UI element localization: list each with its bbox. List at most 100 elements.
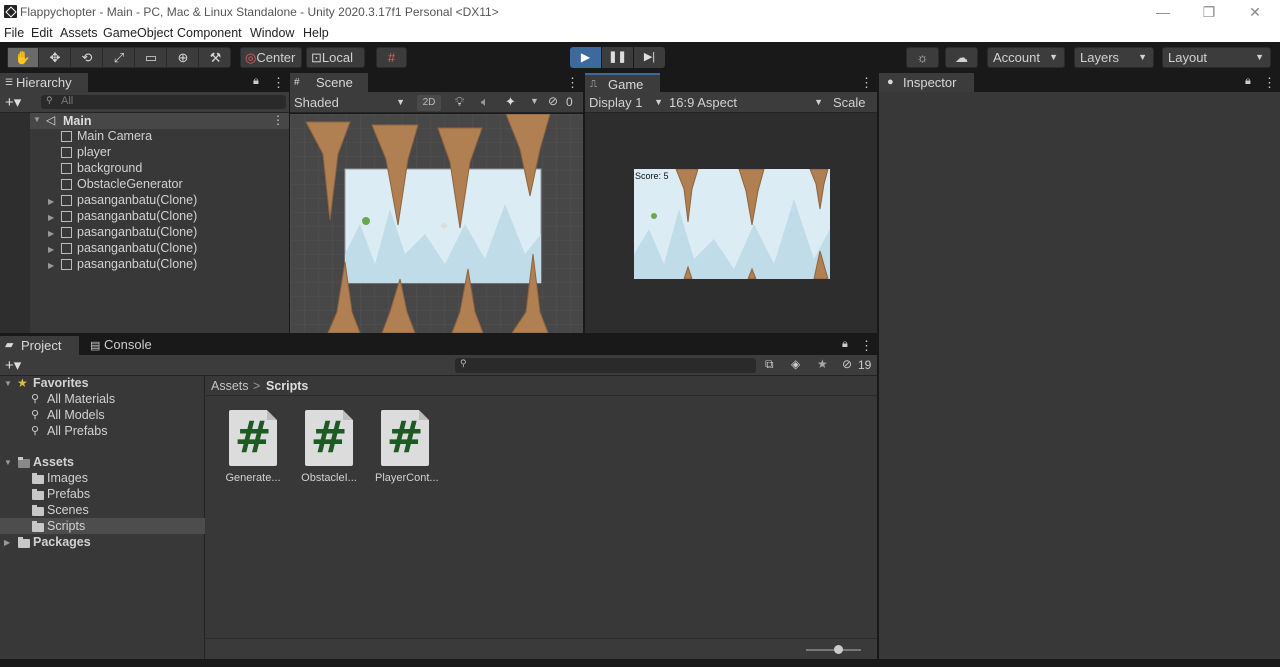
folder-item[interactable]: Images (47, 471, 88, 485)
menu-gameobject[interactable]: GameObject (103, 26, 173, 40)
display-dropdown[interactable]: Display 1 ▼ (589, 94, 663, 111)
menu-file[interactable]: File (4, 26, 24, 40)
scene-row[interactable]: ▼ ◁ Main ⋮ (0, 113, 289, 129)
tab-inspector[interactable]: ● Inspector (879, 73, 974, 92)
menu-component[interactable]: Component (177, 26, 242, 40)
close-button[interactable]: ✕ (1232, 2, 1278, 22)
list-item[interactable]: ObstacleGenerator (77, 177, 183, 191)
script-asset[interactable]: # ObstacleI... (299, 410, 359, 484)
list-item[interactable]: pasanganbatu(Clone) (77, 257, 197, 271)
audio-icon[interactable]: 🔈︎ (481, 94, 489, 110)
custom-tool-icon[interactable]: ⚒ (200, 48, 231, 67)
script-asset[interactable]: # PlayerCont... (375, 410, 439, 484)
tab-hierarchy[interactable]: ☰ Hierarchy (0, 73, 88, 92)
chevron-down-icon[interactable]: ▼ (530, 96, 539, 106)
services-icon[interactable]: ☼ (906, 47, 939, 68)
pause-button[interactable]: ❚❚ (602, 47, 633, 68)
menu-window[interactable]: Window (250, 26, 294, 40)
menu-edit[interactable]: Edit (31, 26, 53, 40)
lighting-icon[interactable]: 💡︎ (455, 94, 464, 110)
toggle-2d-button[interactable]: 2D (417, 95, 441, 111)
breadcrumb-root[interactable]: Assets (211, 379, 249, 393)
pivot-local-button[interactable]: ⊡Local (306, 47, 365, 68)
chevron-right-icon[interactable]: ▶ (48, 213, 54, 222)
assets-label[interactable]: Assets (33, 455, 74, 469)
shading-mode-dropdown[interactable]: Shaded ▼ (294, 94, 409, 111)
chevron-right-icon[interactable]: ▶ (48, 261, 54, 270)
list-item[interactable]: Main Camera (77, 129, 152, 143)
more-options-icon[interactable]: ⋮ (272, 75, 285, 91)
list-item[interactable]: pasanganbatu(Clone) (77, 225, 197, 239)
chevron-right-icon[interactable]: ▶ (48, 245, 54, 254)
filter-by-label-icon[interactable]: ◈ (791, 357, 800, 371)
aspect-dropdown[interactable]: 16:9 Aspect ▼ (669, 94, 823, 111)
more-options-icon[interactable]: ⋮ (1263, 75, 1276, 91)
tab-game[interactable]: ⎍ Game (585, 73, 660, 92)
layers-dropdown[interactable]: Layers ▼ (1074, 47, 1154, 68)
filter-by-type-icon[interactable]: ⧉ (765, 357, 774, 372)
menu-help[interactable]: Help (303, 26, 329, 40)
chevron-down-icon[interactable]: ▼ (4, 379, 12, 388)
game-view[interactable]: Score: 5 (585, 113, 877, 333)
transform-tool-icon[interactable]: ⊕ (168, 48, 199, 67)
move-tool-icon[interactable]: ✥ (40, 48, 71, 67)
list-item[interactable]: pasanganbatu(Clone) (77, 241, 197, 255)
grid-snap-icon[interactable]: # (376, 47, 407, 68)
scene-view[interactable] (290, 114, 583, 333)
add-icon[interactable]: +▾ (5, 93, 21, 111)
minimize-button[interactable]: — (1140, 2, 1186, 22)
rect-tool-icon[interactable]: ▭ (136, 48, 167, 67)
favorite-item[interactable]: All Materials (47, 392, 115, 406)
step-button[interactable]: ▶| (634, 47, 665, 68)
packages-label[interactable]: Packages (33, 535, 91, 549)
breadcrumb-current[interactable]: Scripts (266, 379, 308, 393)
hierarchy-search-input[interactable]: ⚲ All (41, 95, 286, 109)
restore-button[interactable]: ❐ (1186, 2, 1232, 22)
scale-slider-label[interactable]: Scale (833, 94, 877, 111)
slider-thumb[interactable] (834, 645, 843, 654)
project-search-input[interactable]: ⚲ (455, 358, 756, 373)
script-asset[interactable]: # Generate... (223, 410, 283, 484)
menu-assets[interactable]: Assets (60, 26, 98, 40)
lock-icon[interactable]: 🔒︎ (253, 75, 259, 88)
account-dropdown[interactable]: Account ▼ (987, 47, 1065, 68)
tab-project[interactable]: ▰ Project (0, 336, 79, 355)
hand-tool-icon[interactable]: ✋ (8, 48, 39, 67)
chevron-right-icon[interactable]: ▶ (48, 229, 54, 238)
rotate-tool-icon[interactable]: ⟲ (72, 48, 103, 67)
list-item[interactable]: player (77, 145, 111, 159)
chevron-down-icon[interactable]: ▼ (4, 458, 12, 467)
pivot-center-button[interactable]: ◎Center (240, 47, 302, 68)
lock-icon[interactable]: 🔒︎ (1245, 75, 1251, 88)
more-options-icon[interactable]: ⋮ (272, 113, 284, 127)
effects-icon[interactable]: ✦ (505, 94, 516, 110)
chevron-right-icon[interactable]: ▶ (48, 197, 54, 206)
chevron-right-icon[interactable]: ▶ (4, 538, 10, 547)
hidden-packages-icon[interactable]: ⊘ (842, 357, 852, 371)
hidden-objects-icon[interactable]: ⊘ (548, 94, 558, 108)
list-item[interactable]: pasanganbatu(Clone) (77, 193, 197, 207)
list-item[interactable]: pasanganbatu(Clone) (77, 209, 197, 223)
status-bar (0, 659, 1280, 667)
favorites-label[interactable]: Favorites (33, 376, 89, 390)
folder-item[interactable]: Prefabs (47, 487, 90, 501)
tab-scene[interactable]: # Scene (290, 73, 368, 92)
folder-icon (32, 521, 44, 532)
favorite-item[interactable]: All Prefabs (47, 424, 107, 438)
more-options-icon[interactable]: ⋮ (860, 338, 873, 354)
more-options-icon[interactable]: ⋮ (860, 75, 873, 91)
favorite-item[interactable]: All Models (47, 408, 105, 422)
add-icon[interactable]: +▾ (5, 356, 21, 374)
favorite-star-icon[interactable]: ★ (817, 357, 828, 371)
selected-folder-row[interactable] (0, 518, 205, 534)
list-item[interactable]: background (77, 161, 142, 175)
cloud-icon[interactable]: ☁ (945, 47, 978, 68)
scale-tool-icon[interactable]: ⤢ (104, 48, 135, 67)
folder-item[interactable]: Scenes (47, 503, 89, 517)
lock-icon[interactable]: 🔒︎ (842, 338, 848, 351)
tab-console[interactable]: ▤ Console (90, 337, 152, 352)
more-options-icon[interactable]: ⋮ (566, 75, 579, 91)
folder-item[interactable]: Scripts (47, 519, 85, 533)
play-button[interactable]: ▶ (570, 47, 601, 68)
layout-dropdown[interactable]: Layout ▼ (1162, 47, 1271, 68)
